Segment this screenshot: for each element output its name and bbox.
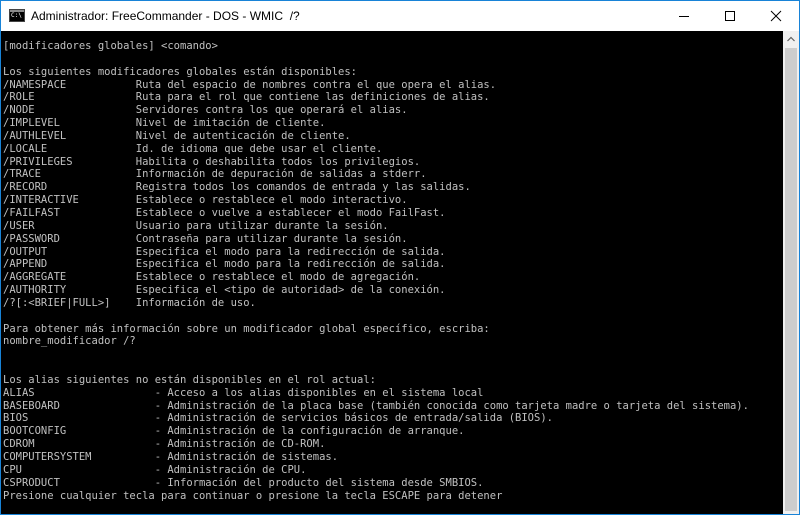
console-output[interactable]: [modificadores globales] <comando> Los s…	[1, 31, 783, 514]
console-line: Presione cualquier tecla para continuar …	[3, 489, 503, 502]
console-line: Para obtener más información sobre un mo…	[3, 322, 490, 335]
console-line: Los alias siguientes no están disponible…	[3, 373, 376, 386]
console-line: CSPRODUCT - Información del producto del…	[3, 476, 484, 489]
console-line: /INTERACTIVE Establece o restablece el m…	[3, 194, 408, 207]
console-line: /USER Usuario para utilizar durante la s…	[3, 219, 389, 232]
console-line: /LOCALE Id. de idioma que debe usar el c…	[3, 142, 383, 155]
console-text: [modificadores globales] <comando> Los s…	[3, 40, 749, 502]
console-line: /?[:<BRIEF|FULL>] Información de uso.	[3, 296, 256, 309]
minimize-button[interactable]	[661, 1, 707, 31]
console-line: /AUTHLEVEL Nivel de autenticación de cli…	[3, 129, 351, 142]
console-line: COMPUTERSYSTEM - Administración de siste…	[3, 451, 339, 463]
console-line: /OUTPUT Especifica el modo para la redir…	[3, 245, 446, 258]
console-line: [modificadores globales] <comando>	[3, 40, 218, 52]
console-line: /PRIVILEGES Habilita o deshabilita todos…	[3, 155, 421, 168]
console-line: /ROLE Ruta para el rol que contiene las …	[3, 91, 490, 104]
console-line: /NODE Servidores contra los que operará …	[3, 104, 408, 117]
close-button[interactable]	[753, 1, 799, 31]
console-line: BIOS - Administración de servicios básic…	[3, 412, 553, 425]
chevron-up-icon	[787, 36, 795, 42]
title-bar[interactable]: C:\ Administrador: FreeCommander - DOS -…	[1, 1, 799, 31]
console-line: /RECORD Registra todos los comandos de e…	[3, 181, 471, 194]
icon-text: C:\	[11, 12, 22, 19]
minimize-icon	[679, 16, 689, 17]
close-icon	[770, 10, 782, 22]
console-line: BOOTCONFIG - Administración de la config…	[3, 425, 465, 438]
scroll-up-button[interactable]	[783, 31, 799, 47]
console-window: C:\ Administrador: FreeCommander - DOS -…	[0, 0, 800, 515]
console-line: /APPEND Especifica el modo para la redir…	[3, 258, 446, 271]
console-line: /PASSWORD Contraseña para utilizar duran…	[3, 232, 408, 245]
console-line: nombre_modificador /?	[3, 335, 136, 348]
console-line: CDROM - Administración de CD-ROM.	[3, 438, 326, 451]
console-line: Los siguientes modificadores globales es…	[3, 65, 358, 78]
console-line: /AGGREGATE Establece o restablece el mod…	[3, 271, 421, 284]
console-line: /AUTHORITY Especifica el <tipo de autori…	[3, 284, 446, 297]
maximize-button[interactable]	[707, 1, 753, 31]
console-line: /NAMESPACE Ruta del espacio de nombres c…	[3, 78, 497, 91]
console-line: /FAILFAST Establece o vuelve a establece…	[3, 206, 446, 219]
console-line: CPU - Administración de CPU.	[3, 463, 307, 476]
console-app-icon[interactable]: C:\	[9, 9, 25, 22]
console-line: /TRACE Información de depuración de sali…	[3, 168, 427, 181]
vertical-scrollbar[interactable]	[783, 31, 799, 514]
console-line: ALIAS - Acceso a los alias disponibles e…	[3, 386, 484, 399]
window-title: Administrador: FreeCommander - DOS - WMI…	[31, 9, 300, 23]
scroll-thumb[interactable]	[785, 48, 797, 511]
console-line: BASEBOARD - Administración de la placa b…	[3, 399, 749, 412]
console-line: /IMPLEVEL Nivel de imitación de cliente.	[3, 117, 326, 130]
maximize-icon	[725, 11, 735, 21]
